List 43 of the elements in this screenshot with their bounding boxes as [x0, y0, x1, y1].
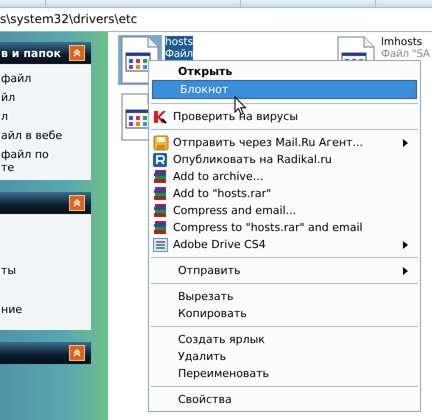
task-link[interactable]: айл в вебе	[1, 129, 62, 142]
task-link[interactable]: ты	[1, 264, 16, 277]
menu-item[interactable]: Создать ярлык	[151, 331, 418, 348]
menu-item[interactable]: Копировать	[151, 305, 418, 322]
books-icon	[153, 186, 168, 201]
menu-item[interactable]: Add to "hosts.rar"	[151, 185, 418, 202]
list-drive-icon	[153, 238, 168, 252]
menu-item[interactable]: Add to archive...	[151, 168, 418, 185]
menu-item[interactable]: Свойства	[151, 391, 418, 408]
menu-item[interactable]: Compress to "hosts.rar" and email	[151, 219, 418, 236]
task-link[interactable]: файл	[1, 72, 32, 85]
menu-item[interactable]: Отправить через Mail.Ru Агент...	[151, 134, 418, 151]
menu-item[interactable]: Adobe Drive CS4	[151, 236, 418, 253]
books-icon	[153, 169, 168, 184]
menu-item[interactable]: Опубликовать на Radikal.ru	[151, 151, 418, 168]
books-icon	[153, 203, 168, 218]
task-link[interactable]: те	[1, 161, 14, 174]
menu-item[interactable]: Переименовать	[151, 365, 418, 382]
task-link[interactable]: файл по	[1, 148, 49, 161]
books-icon	[153, 220, 168, 235]
collapse-icon[interactable]	[69, 195, 85, 211]
r-square-icon	[153, 152, 167, 166]
menu-item[interactable]: Открыть	[151, 63, 418, 80]
file-type: Файл "SA	[381, 48, 430, 60]
menu-item[interactable]: Проверить на вирусы	[151, 108, 418, 125]
submenu-arrow-icon	[403, 266, 408, 274]
submenu-arrow-icon	[403, 138, 408, 146]
menu-item[interactable]: Вырезать	[151, 288, 418, 305]
task-link[interactable]: ние	[1, 303, 22, 316]
file-type: Файл	[165, 48, 193, 60]
panel-title: в и папок	[1, 46, 61, 60]
menu-item[interactable]: Отправить	[151, 262, 418, 279]
collapse-icon[interactable]	[69, 45, 85, 61]
task-link[interactable]: йл	[1, 91, 16, 104]
submenu-arrow-icon	[403, 240, 408, 248]
floppy-icon	[153, 134, 169, 150]
collapse-icon[interactable]	[69, 345, 85, 361]
file-name: hosts	[165, 36, 194, 48]
file-name: lmhosts	[381, 36, 422, 48]
task-link[interactable]: л	[1, 110, 8, 123]
menu-item[interactable]: Удалить	[151, 348, 418, 365]
k-shield-icon	[153, 110, 167, 124]
menu-item[interactable]: Compress and email...	[151, 202, 418, 219]
